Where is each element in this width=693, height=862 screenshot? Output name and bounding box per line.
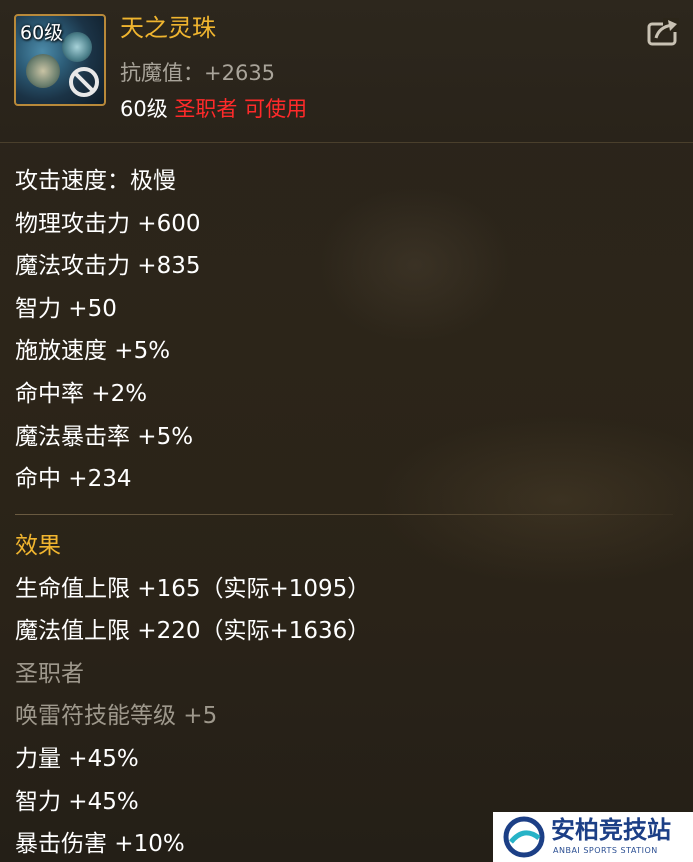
item-name: 天之灵珠 [120, 14, 216, 42]
item-tooltip-panel: 60级 天之灵珠 抗魔值：+2635 60级 圣职者 可使用 攻击速度：极慢 物… [0, 0, 693, 862]
required-class: 圣职者 可使用 [174, 97, 308, 121]
item-header: 60级 天之灵珠 抗魔值：+2635 60级 圣职者 可使用 [0, 0, 693, 143]
required-level: 60级 [120, 97, 168, 121]
share-icon[interactable] [647, 16, 681, 46]
stat-magic-crit-rate: 魔法暴击率 +5% [15, 423, 194, 450]
item-level-badge: 60级 [20, 22, 64, 44]
site-watermark: 安柏竞技站 ANBAI SPORTS STATION [493, 812, 693, 862]
effect-class-condition: 圣职者 [15, 660, 84, 687]
section-divider [15, 514, 673, 515]
item-stats-list: 攻击速度：极慢 物理攻击力 +600 魔法攻击力 +835 智力 +50 施放速… [15, 160, 675, 501]
item-requirement: 60级 圣职者 可使用 [120, 94, 307, 124]
stat-accuracy: 命中 +234 [15, 466, 132, 493]
effects-header: 效果 [15, 533, 61, 559]
stat-magic-attack: 魔法攻击力 +835 [15, 253, 201, 280]
stat-intelligence: 智力 +50 [15, 295, 117, 322]
forbidden-icon [69, 67, 99, 97]
watermark-subtitle: ANBAI SPORTS STATION [553, 846, 658, 855]
orb-item-icon-detail [62, 32, 92, 62]
orb-item-icon [26, 54, 60, 88]
stat-cast-speed: 施放速度 +5% [15, 338, 171, 365]
item-resist-value: 抗魔值：+2635 [120, 61, 276, 85]
site-logo-icon [503, 816, 545, 858]
effect-skill-level: 唤雷符技能等级 +5 [15, 703, 218, 730]
stat-hit-rate: 命中率 +2% [15, 380, 148, 407]
stat-physical-attack: 物理攻击力 +600 [15, 210, 201, 237]
item-icon-slot[interactable]: 60级 [14, 14, 106, 106]
watermark-name: 安柏竞技站 [551, 816, 671, 844]
effect-hp-max: 生命值上限 +165（实际+1095） [15, 575, 371, 602]
effect-mp-max: 魔法值上限 +220（实际+1636） [15, 618, 371, 645]
stat-attack-speed: 攻击速度：极慢 [15, 168, 176, 194]
effect-strength: 力量 +45% [15, 745, 139, 772]
